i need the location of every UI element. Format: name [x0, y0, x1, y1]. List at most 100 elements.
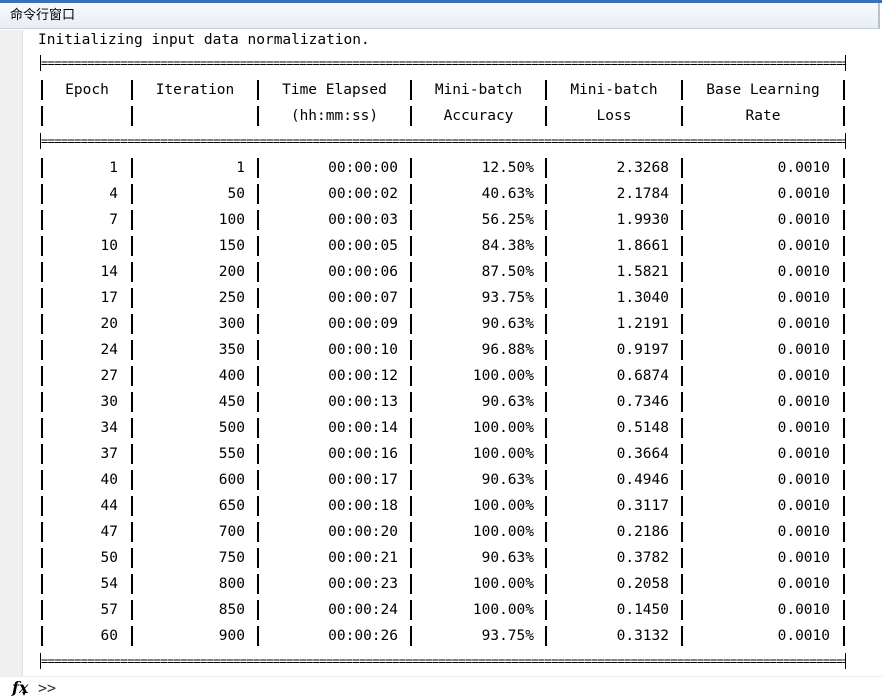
column-separator	[545, 496, 547, 516]
column-separator	[545, 314, 547, 334]
column-separator	[545, 574, 547, 594]
table-row: 37 550 00:00:16 100.00% 0.3664 0.0010	[0, 441, 882, 467]
cell-time-elapsed: 00:00:21	[328, 550, 398, 566]
column-separator	[843, 418, 845, 438]
cell-time-elapsed: 00:00:14	[328, 420, 398, 436]
column-separator	[257, 444, 259, 464]
cell-learning-rate: 0.0010	[777, 420, 830, 436]
column-separator	[545, 548, 547, 568]
table-row: 34 500 00:00:14 100.00% 0.5148 0.0010	[0, 415, 882, 441]
column-separator	[257, 522, 259, 542]
column-separator	[843, 236, 845, 256]
cell-learning-rate: 0.0010	[777, 550, 830, 566]
cell-time-elapsed: 00:00:24	[328, 602, 398, 618]
cell-loss: 1.9930	[616, 212, 669, 228]
column-separator	[843, 106, 845, 126]
column-separator	[545, 444, 547, 464]
cell-accuracy: 90.63%	[481, 550, 534, 566]
column-separator	[257, 392, 259, 412]
cell-learning-rate: 0.0010	[777, 446, 830, 462]
column-separator	[545, 366, 547, 386]
column-separator	[681, 444, 683, 464]
column-separator	[257, 184, 259, 204]
cell-epoch: 47	[100, 524, 118, 540]
cell-learning-rate: 0.0010	[777, 264, 830, 280]
column-separator	[131, 314, 133, 334]
init-message: Initializing input data normalization.	[38, 32, 370, 48]
column-separator	[257, 236, 259, 256]
column-separator	[410, 340, 412, 360]
cell-epoch: 50	[100, 550, 118, 566]
column-separator	[257, 366, 259, 386]
cell-accuracy: 100.00%	[472, 602, 534, 618]
column-separator	[41, 314, 43, 334]
column-separator	[681, 522, 683, 542]
column-separator	[681, 366, 683, 386]
header-learning-rate: Base Learning	[706, 82, 820, 98]
command-prompt-bar[interactable]: fx ▾ >>	[0, 676, 882, 699]
cell-learning-rate: 0.0010	[777, 160, 830, 176]
cell-accuracy: 90.63%	[481, 472, 534, 488]
column-separator	[41, 236, 43, 256]
column-separator	[843, 288, 845, 308]
column-separator	[41, 548, 43, 568]
column-separator	[681, 262, 683, 282]
column-separator	[410, 470, 412, 490]
column-separator	[843, 80, 845, 100]
column-separator	[41, 366, 43, 386]
column-separator	[41, 288, 43, 308]
column-separator	[131, 236, 133, 256]
command-window-title: 命令行窗口	[0, 3, 880, 29]
column-separator	[681, 340, 683, 360]
cell-accuracy: 100.00%	[472, 498, 534, 514]
column-separator	[545, 470, 547, 490]
column-separator	[681, 600, 683, 620]
column-separator	[410, 600, 412, 620]
cell-learning-rate: 0.0010	[777, 290, 830, 306]
cell-time-elapsed: 00:00:12	[328, 368, 398, 384]
command-output[interactable]: Initializing input data normalization. =…	[0, 30, 882, 682]
table-row: 57 850 00:00:24 100.00% 0.1450 0.0010	[0, 597, 882, 623]
cell-time-elapsed: 00:00:07	[328, 290, 398, 306]
table-rule-bottom: ========================================…	[40, 653, 846, 669]
column-separator	[131, 548, 133, 568]
column-separator	[131, 288, 133, 308]
column-separator	[410, 392, 412, 412]
table-header-row: (hh:mm:ss) Accuracy Loss Rate	[0, 103, 882, 129]
column-separator	[131, 600, 133, 620]
table-row: 50 750 00:00:21 90.63% 0.3782 0.0010	[0, 545, 882, 571]
command-prompt[interactable]: >>	[38, 677, 56, 699]
table-row: 60 900 00:00:26 93.75% 0.3132 0.0010	[0, 623, 882, 649]
column-separator	[41, 522, 43, 542]
column-separator	[257, 626, 259, 646]
column-separator	[131, 340, 133, 360]
column-separator	[545, 522, 547, 542]
column-separator	[843, 366, 845, 386]
column-separator	[41, 496, 43, 516]
cell-time-elapsed: 00:00:09	[328, 316, 398, 332]
chevron-down-icon[interactable]: ▾	[22, 689, 26, 698]
column-separator	[131, 470, 133, 490]
column-separator	[257, 470, 259, 490]
column-separator	[843, 574, 845, 594]
column-separator	[681, 236, 683, 256]
cell-iteration: 100	[218, 212, 245, 228]
header-loss: Mini-batch	[570, 82, 658, 98]
column-separator	[257, 418, 259, 438]
cell-learning-rate: 0.0010	[777, 368, 830, 384]
column-separator	[410, 288, 412, 308]
column-separator	[131, 626, 133, 646]
header-loss: Loss	[596, 108, 632, 124]
column-separator	[843, 392, 845, 412]
cell-iteration: 400	[218, 368, 245, 384]
column-separator	[410, 626, 412, 646]
column-separator	[257, 600, 259, 620]
cell-loss: 1.2191	[616, 316, 669, 332]
cell-learning-rate: 0.0010	[777, 186, 830, 202]
table-row: 40 600 00:00:17 90.63% 0.4946 0.0010	[0, 467, 882, 493]
column-separator	[41, 340, 43, 360]
table-row: 44 650 00:00:18 100.00% 0.3117 0.0010	[0, 493, 882, 519]
column-separator	[681, 496, 683, 516]
cell-epoch: 10	[100, 238, 118, 254]
column-separator	[843, 600, 845, 620]
